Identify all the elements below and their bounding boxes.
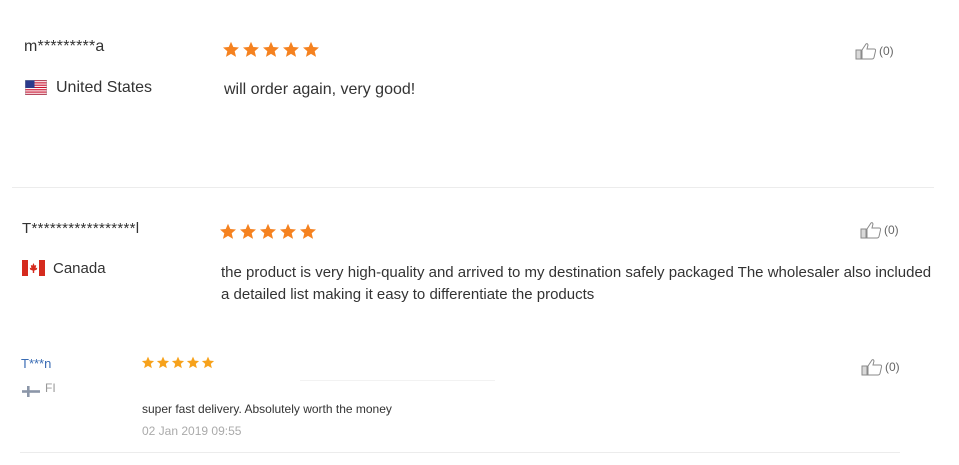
review-text: will order again, very good! (224, 81, 416, 98)
review-divider (20, 452, 900, 453)
separator-line (300, 380, 495, 381)
us-flag-icon (24, 79, 48, 96)
helpful-button[interactable]: (0) (855, 42, 894, 60)
thumbs-up-icon (860, 222, 882, 239)
star-icon (156, 356, 170, 369)
thumbs-up-icon (855, 43, 877, 60)
reviewer-country: Canada (53, 260, 106, 277)
review-text: the product is very high-quality and arr… (221, 264, 932, 303)
star-icon (201, 356, 215, 369)
thumbs-up-icon (861, 359, 883, 376)
reviewer-name: T*****************l (22, 220, 140, 237)
review-text: super fast delivery. Absolutely worth th… (142, 402, 392, 416)
rating-stars (222, 41, 320, 58)
reviewer-country: FI (45, 381, 56, 395)
star-icon (243, 41, 259, 57)
reviewer-name: m*********a (24, 38, 105, 55)
star-icon (263, 41, 279, 57)
star-icon (240, 223, 256, 239)
helpful-count: (0) (879, 44, 894, 58)
finland-flag-icon (22, 384, 40, 397)
star-icon (303, 41, 319, 57)
canada-flag-icon (22, 260, 45, 276)
helpful-count: (0) (885, 360, 900, 374)
rating-stars (219, 223, 317, 240)
star-icon (280, 223, 296, 239)
star-icon (260, 223, 276, 239)
helpful-count: (0) (884, 223, 899, 237)
reviewer-country: United States (56, 79, 153, 96)
star-icon (220, 223, 236, 239)
review-divider (12, 187, 934, 188)
rating-stars (141, 356, 215, 369)
review-date: 02 Jan 2019 09:55 (142, 424, 242, 438)
star-icon (186, 356, 200, 369)
star-icon (171, 356, 185, 369)
helpful-button[interactable]: (0) (861, 358, 900, 376)
helpful-button[interactable]: (0) (860, 221, 899, 239)
star-icon (283, 41, 299, 57)
star-icon (223, 41, 239, 57)
star-icon (141, 356, 155, 369)
reviewer-name[interactable]: T***n (21, 356, 51, 371)
star-icon (300, 223, 316, 239)
